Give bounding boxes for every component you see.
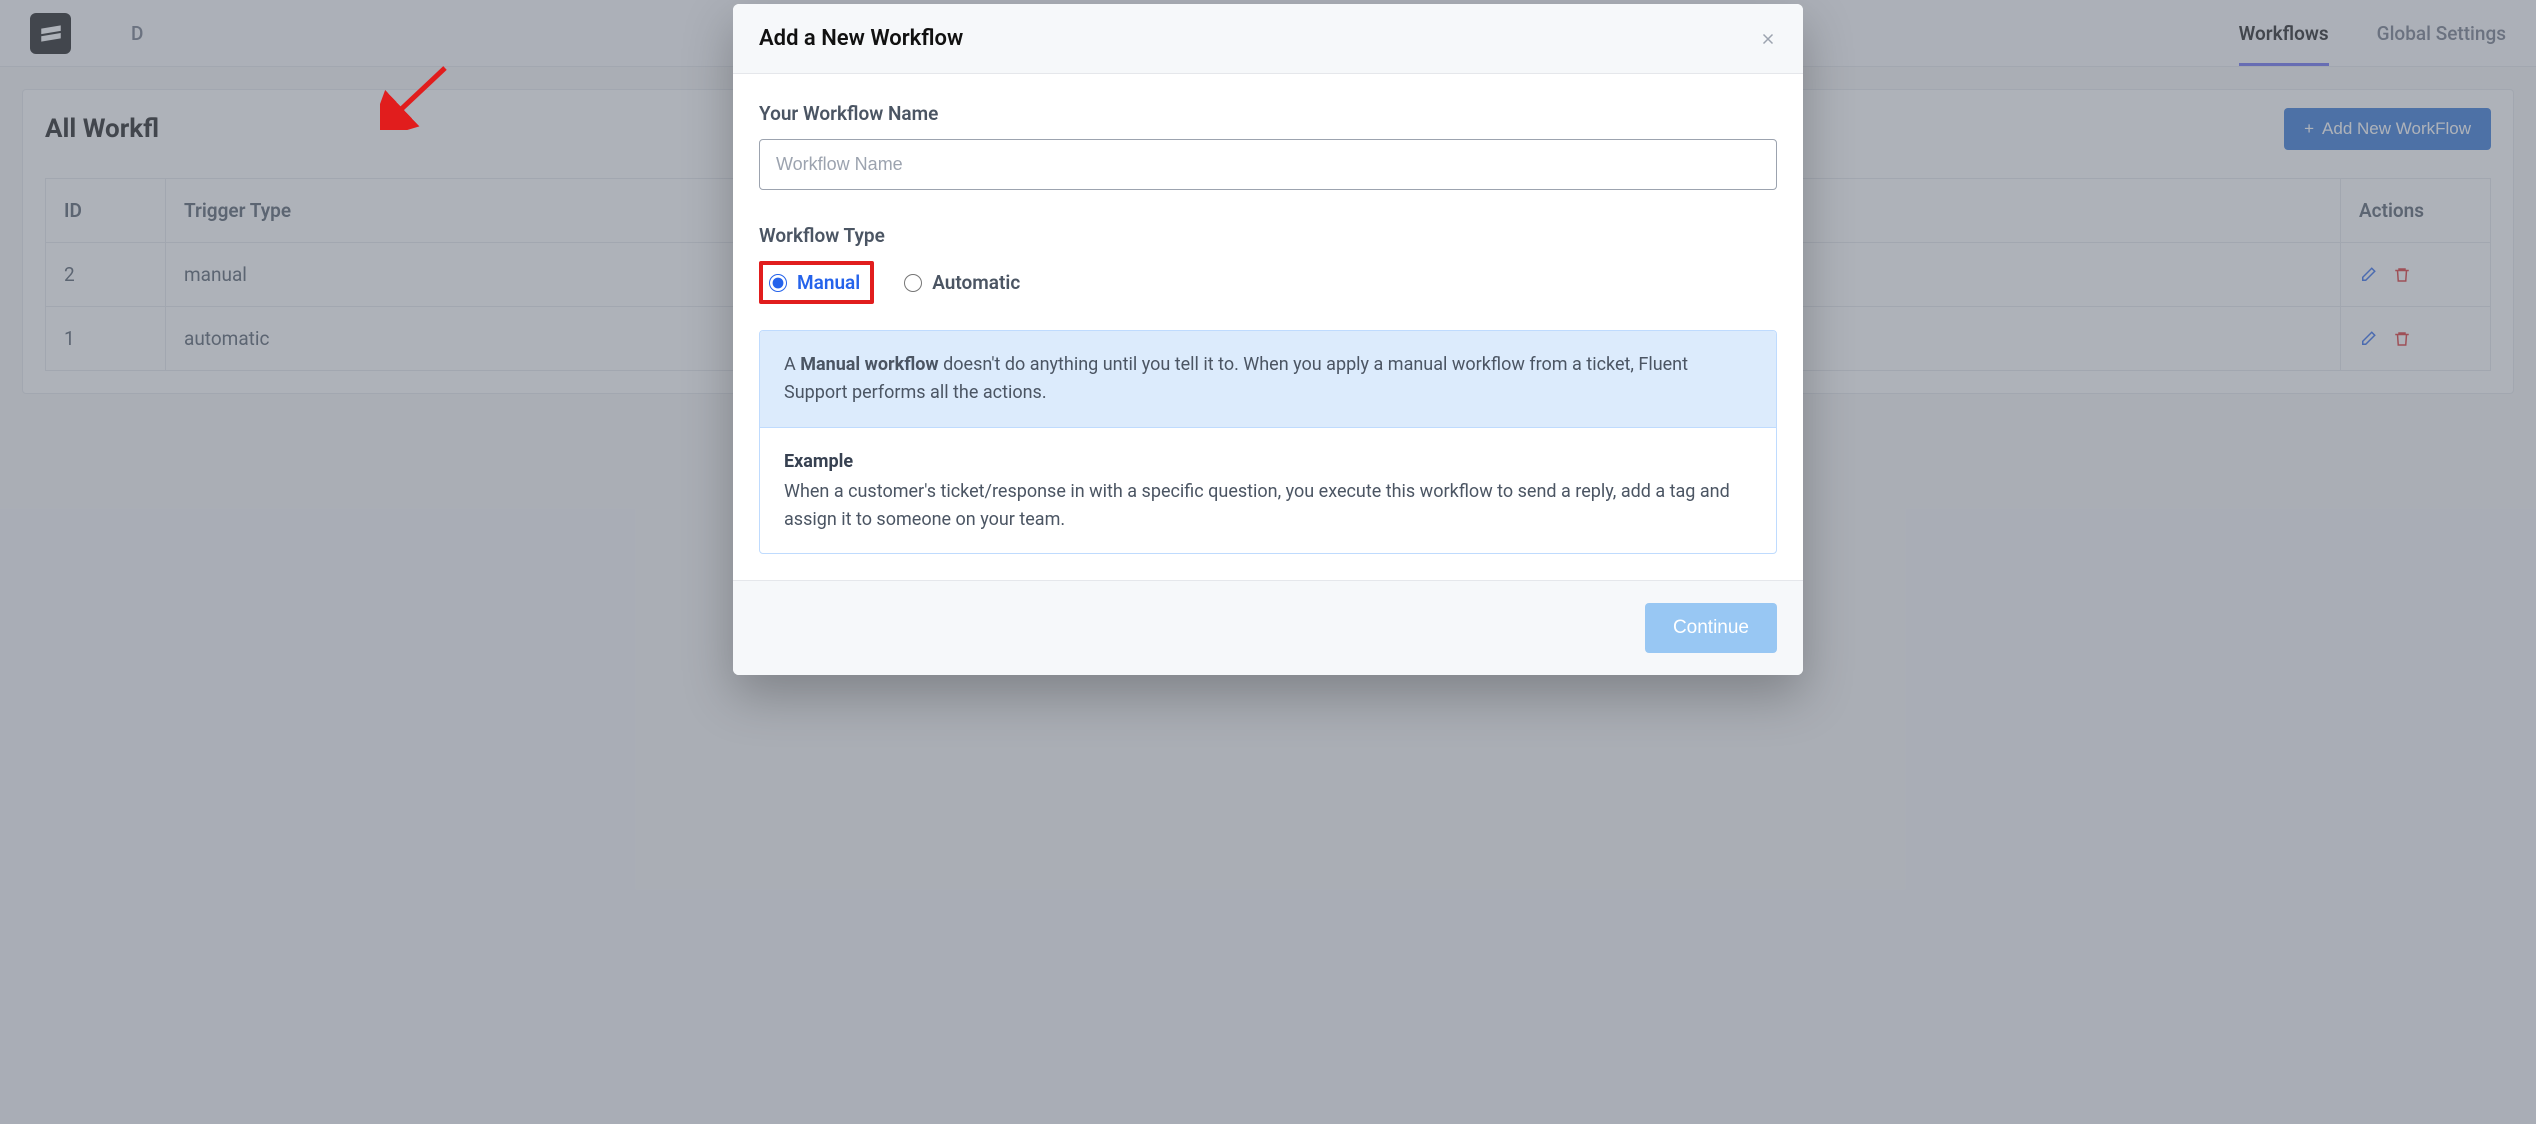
manual-highlight-box: Manual: [759, 261, 874, 304]
workflow-type-info: A Manual workflow doesn't do anything un…: [759, 330, 1777, 554]
close-icon[interactable]: [1759, 30, 1777, 48]
example-title: Example: [784, 448, 1752, 476]
radio-manual[interactable]: Manual: [769, 271, 860, 294]
workflow-name-input[interactable]: [759, 139, 1777, 190]
radio-automatic[interactable]: Automatic: [904, 271, 1020, 294]
continue-button[interactable]: Continue: [1645, 603, 1777, 653]
radio-manual-label: Manual: [797, 271, 860, 294]
workflow-type-options: Manual Automatic: [759, 261, 1777, 304]
radio-manual-input[interactable]: [769, 274, 787, 292]
info-description: A Manual workflow doesn't do anything un…: [760, 331, 1776, 428]
radio-automatic-input[interactable]: [904, 274, 922, 292]
workflow-type-label: Workflow Type: [759, 224, 1777, 247]
add-workflow-modal: Add a New Workflow Your Workflow Name Wo…: [733, 4, 1803, 675]
modal-title: Add a New Workflow: [759, 26, 1759, 51]
info-example: Example When a customer's ticket/respons…: [760, 428, 1776, 554]
radio-automatic-label: Automatic: [932, 271, 1020, 294]
workflow-name-label: Your Workflow Name: [759, 102, 1777, 125]
example-body: When a customer's ticket/response in wit…: [784, 481, 1730, 530]
